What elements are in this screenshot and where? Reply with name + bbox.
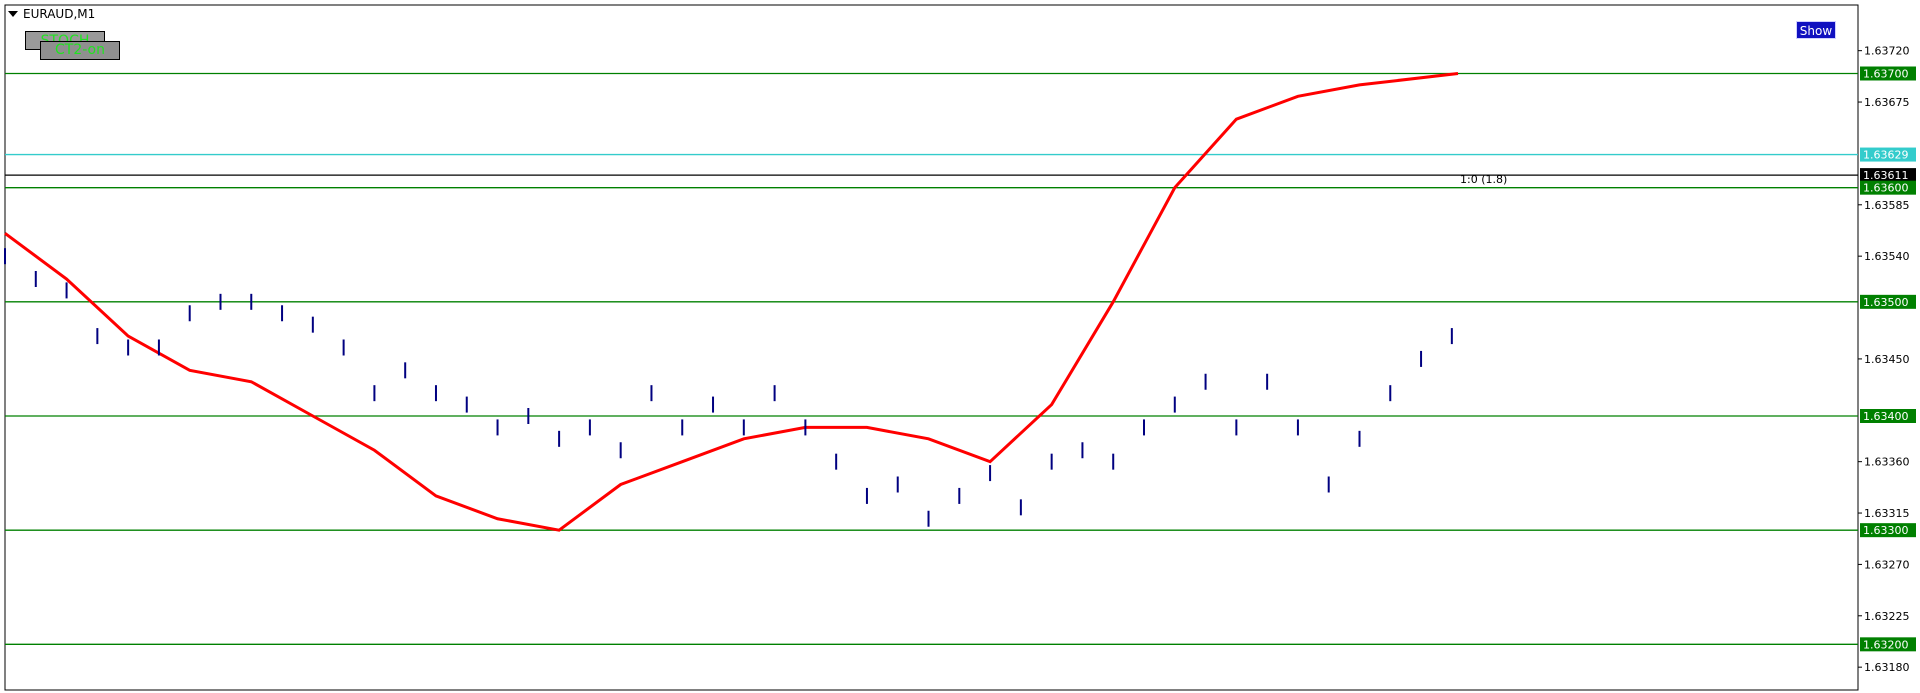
ct2-button[interactable]: CT2-on (40, 41, 120, 60)
chart-window[interactable]: 1.63720 1.63675 1.63585 1.63540 1.63450 1.633… (0, 0, 1920, 693)
show-button[interactable]: Show (1796, 21, 1836, 39)
horizontal-levels (4, 4, 1859, 691)
y-tick-label-7: 1.63270 (1864, 558, 1910, 571)
y-tick-label-1: 1.63675 (1864, 96, 1910, 109)
chart-menu-triangle-icon[interactable] (8, 11, 18, 17)
y-tick-label-0: 1.63720 (1864, 45, 1910, 58)
plot-frame (4, 4, 1859, 691)
level-tag-4: 1.63500 (1863, 296, 1909, 309)
level-tag-1: 1.63629 (1863, 149, 1909, 162)
y-tick-label-2: 1.63585 (1864, 199, 1910, 212)
y-tick-label-8: 1.63225 (1864, 610, 1910, 623)
y-tick-label-9: 1.63180 (1864, 661, 1910, 674)
level-tag-5: 1.63400 (1863, 410, 1909, 423)
annotation-label: 1:0 (1.8) (1460, 173, 1507, 186)
y-tick-label-6: 1.63315 (1864, 507, 1910, 520)
level-tag-3: 1.63600 (1863, 182, 1909, 195)
y-tick-label-4: 1.63450 (1864, 353, 1910, 366)
symbol-label: EURAUD,M1 (8, 7, 95, 21)
y-tick-label-5: 1.63360 (1864, 456, 1910, 469)
price-axis: 1.63720 1.63675 1.63585 1.63540 1.63450 1.633… (1460, 45, 1916, 674)
candles (4, 248, 1453, 527)
level-tag-6: 1.63300 (1863, 524, 1909, 537)
level-tag-2: 1.63611 (1863, 169, 1909, 182)
price-chart[interactable]: 1.63720 1.63675 1.63585 1.63540 1.63450 1.633… (0, 0, 1920, 693)
y-tick-label-3: 1.63540 (1864, 250, 1910, 263)
level-tag-0: 1.63700 (1863, 68, 1909, 81)
level-tag-7: 1.63200 (1863, 638, 1909, 651)
